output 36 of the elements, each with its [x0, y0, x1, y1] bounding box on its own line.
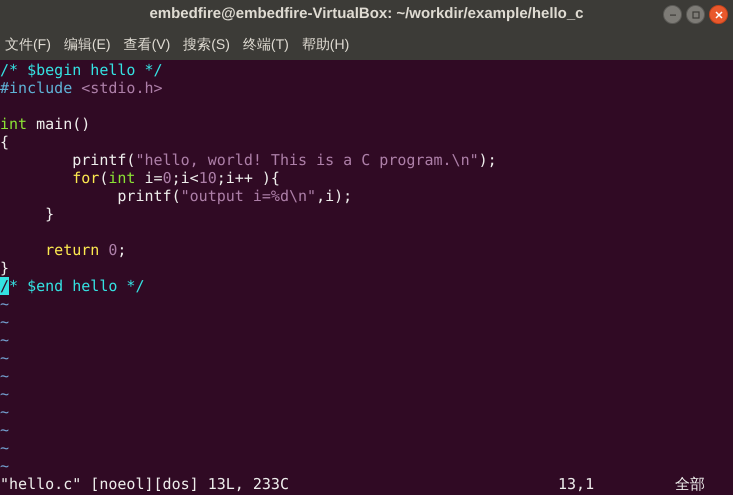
text-cursor: / — [0, 277, 10, 295]
empty-line-marker: ~ — [0, 457, 10, 475]
menu-item[interactable]: 帮助(H) — [302, 34, 350, 55]
code-line: printf("hello, world! This is a C program.\n"); — [71, 151, 497, 169]
code-line: #include <stdio.h> — [0, 79, 163, 97]
empty-line-marker: ~ — [0, 421, 10, 439]
maximize-icon — [692, 10, 700, 18]
empty-line-marker: ~ — [0, 313, 10, 331]
empty-line-marker: ~ — [0, 403, 10, 421]
empty-line-marker: ~ — [0, 349, 10, 367]
code-line: } — [44, 205, 54, 223]
menu-item[interactable]: 终端(T) — [242, 34, 289, 55]
menu-item[interactable]: 文件(F) — [5, 34, 51, 55]
empty-line-marker: ~ — [0, 439, 10, 457]
code-line: printf("output i=%d\n",i); — [116, 187, 352, 205]
empty-line-marker: ~ — [0, 295, 10, 313]
scroll-position: 全部 — [675, 475, 705, 493]
menu-item[interactable]: 查看(V) — [124, 34, 170, 55]
code-line: return 0; — [44, 241, 126, 259]
menu-item[interactable]: 编辑(E) — [64, 34, 111, 55]
empty-line-marker: ~ — [0, 331, 10, 349]
status-message: "hello.c" [noeol][dos] 13L, 233C — [0, 475, 290, 493]
code-line: /* $begin hello */ — [0, 61, 163, 79]
close-button[interactable] — [709, 5, 728, 24]
empty-line-marker: ~ — [0, 385, 10, 403]
close-icon — [714, 10, 722, 18]
cursor-position: 13,1 — [558, 475, 596, 493]
code-line: { — [0, 133, 10, 151]
window-title: embedfire@embedfire-VirtualBox: ~/workdir/example/hello_c — [149, 4, 584, 24]
code-line: int main() — [0, 115, 90, 133]
code-line: } — [0, 259, 10, 277]
code-line: for(int i=0;i<10;i++ ){ — [71, 169, 280, 187]
menu-item[interactable]: 搜索(S) — [183, 34, 230, 55]
minimize-button[interactable] — [663, 5, 682, 24]
code-line: * $end hello */ — [9, 277, 144, 295]
empty-line-marker: ~ — [0, 367, 10, 385]
